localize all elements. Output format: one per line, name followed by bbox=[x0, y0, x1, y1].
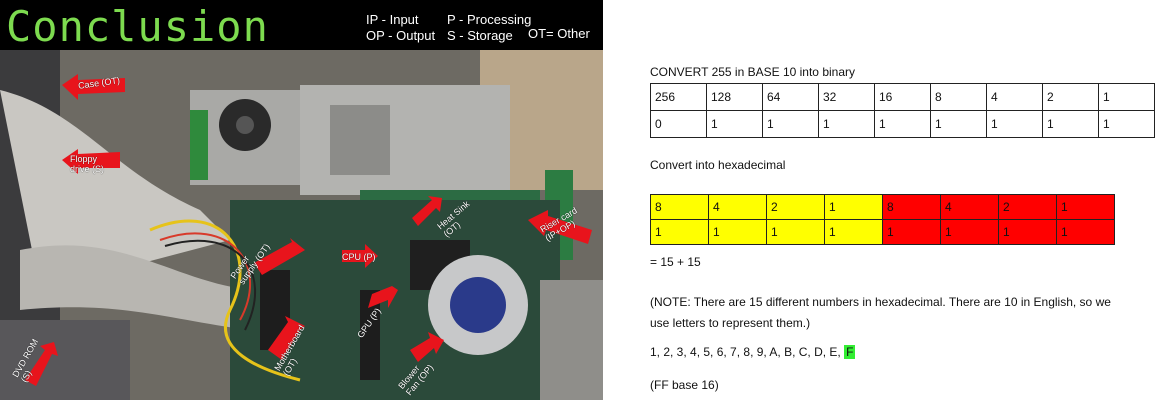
table-cell: 0 bbox=[650, 110, 707, 138]
table-cell: 4 bbox=[986, 83, 1043, 111]
table-cell: 64 bbox=[762, 83, 819, 111]
table-cell: 32 bbox=[818, 83, 875, 111]
table-cell: 1 bbox=[706, 110, 763, 138]
table-cell: 1 bbox=[650, 219, 709, 245]
legend-storage: S - Storage bbox=[447, 28, 513, 43]
notes-document: CONVERT 255 in BASE 10 into binary 256 1… bbox=[603, 0, 1160, 400]
hex-heading: Convert into hexadecimal bbox=[650, 158, 786, 172]
table-cell: 16 bbox=[874, 83, 931, 111]
table-cell: 4 bbox=[708, 194, 767, 220]
result-text: (FF base 16) bbox=[650, 378, 719, 392]
table-row: 0 1 1 1 1 1 1 1 1 bbox=[650, 110, 1155, 138]
note-text: (NOTE: There are 15 different numbers in… bbox=[650, 295, 1111, 330]
table-row: 8 4 2 1 8 4 2 1 bbox=[650, 194, 1115, 220]
hex-digit-f-highlight: F bbox=[844, 345, 856, 359]
table-cell: 1 bbox=[1056, 194, 1115, 220]
table-cell: 1 bbox=[882, 219, 941, 245]
table-cell: 2 bbox=[1042, 83, 1099, 111]
legend-processing: P - Processing bbox=[447, 12, 532, 27]
table-cell: 1 bbox=[708, 219, 767, 245]
table-cell: 1 bbox=[1098, 110, 1155, 138]
hex-nibble-table: 8 4 2 1 8 4 2 1 1 1 1 1 1 1 1 1 bbox=[650, 194, 1115, 245]
table-row: 1 1 1 1 1 1 1 1 bbox=[650, 219, 1115, 245]
legend-other: OT= Other bbox=[528, 26, 590, 41]
hex-digits-line: 1, 2, 3, 4, 5, 6, 7, 8, 9, A, B, C, D, E… bbox=[650, 345, 856, 359]
label-floppy-drive: Floppy drive (S) bbox=[70, 154, 105, 174]
table-cell: 1 bbox=[824, 194, 883, 220]
table-cell: 1 bbox=[824, 219, 883, 245]
table-row: 256 128 64 32 16 8 4 2 1 bbox=[650, 83, 1155, 111]
conclusion-slide: Conclusion IP - Input OP - Output P - Pr… bbox=[0, 0, 603, 400]
legend-input: IP - Input bbox=[366, 12, 419, 27]
binary-place-value-table: 256 128 64 32 16 8 4 2 1 0 1 1 1 1 1 1 1… bbox=[650, 83, 1155, 138]
label-cpu: CPU (P) bbox=[342, 252, 376, 262]
table-cell: 8 bbox=[650, 194, 709, 220]
table-cell: 1 bbox=[940, 219, 999, 245]
table-cell: 8 bbox=[882, 194, 941, 220]
table-cell: 1 bbox=[818, 110, 875, 138]
table-cell: 1 bbox=[762, 110, 819, 138]
table-cell: 4 bbox=[940, 194, 999, 220]
table-cell: 1 bbox=[766, 219, 825, 245]
table-cell: 1 bbox=[1056, 219, 1115, 245]
table-cell: 1 bbox=[998, 219, 1057, 245]
table-cell: 256 bbox=[650, 83, 707, 111]
table-cell: 2 bbox=[998, 194, 1057, 220]
sum-text: = 15 + 15 bbox=[650, 255, 701, 269]
table-cell: 1 bbox=[986, 110, 1043, 138]
slide-title-bar: Conclusion IP - Input OP - Output P - Pr… bbox=[0, 0, 603, 51]
table-cell: 1 bbox=[1098, 83, 1155, 111]
binary-heading: CONVERT 255 in BASE 10 into binary bbox=[650, 65, 855, 79]
table-cell: 8 bbox=[930, 83, 987, 111]
table-cell: 2 bbox=[766, 194, 825, 220]
slide-title: Conclusion bbox=[6, 2, 269, 51]
table-cell: 1 bbox=[1042, 110, 1099, 138]
legend-output: OP - Output bbox=[366, 28, 436, 43]
table-cell: 128 bbox=[706, 83, 763, 111]
table-cell: 1 bbox=[930, 110, 987, 138]
table-cell: 1 bbox=[874, 110, 931, 138]
hex-digits: 1, 2, 3, 4, 5, 6, 7, 8, 9, A, B, C, D, E… bbox=[650, 345, 841, 359]
